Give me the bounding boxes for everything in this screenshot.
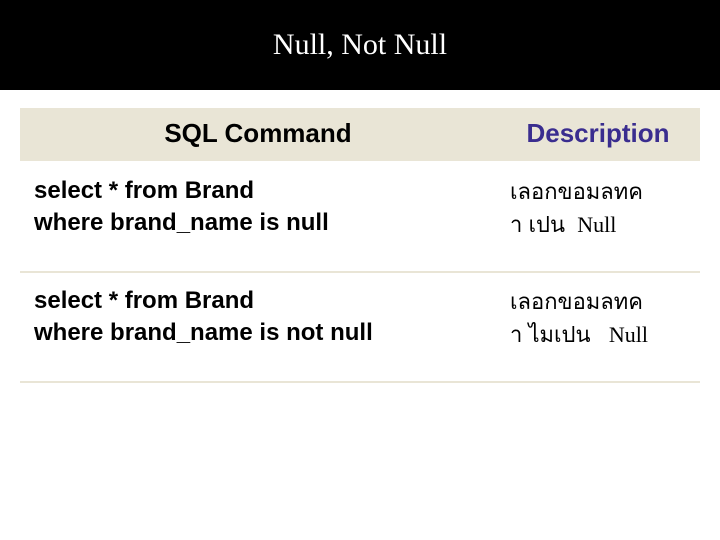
desc-th-b: า ไมเปน xyxy=(510,322,591,347)
desc-th-b: า เปน xyxy=(510,212,565,237)
table-row: select * from Brand where brand_name is … xyxy=(20,272,700,382)
sql-table: SQL Command Description select * from Br… xyxy=(20,108,700,383)
cell-description: เลอกขอมลทค า ไมเปน Null xyxy=(496,272,700,382)
title-band: Null, Not Null xyxy=(0,0,720,90)
cell-command: select * from Brand where brand_name is … xyxy=(20,162,496,272)
header-command: SQL Command xyxy=(20,108,496,162)
desc-th-a: เลอกขอมลทค xyxy=(510,289,643,314)
header-description: Description xyxy=(496,108,700,162)
table-container: SQL Command Description select * from Br… xyxy=(0,90,720,383)
cell-description: เลอกขอมลทค า เปน Null xyxy=(496,162,700,272)
desc-tail: Null xyxy=(577,212,616,237)
table-row: select * from Brand where brand_name is … xyxy=(20,162,700,272)
slide-title: Null, Not Null xyxy=(273,28,447,62)
desc-th-a: เลอกขอมลทค xyxy=(510,179,643,204)
cell-command: select * from Brand where brand_name is … xyxy=(20,272,496,382)
desc-tail: Null xyxy=(609,322,648,347)
table-header-row: SQL Command Description xyxy=(20,108,700,162)
